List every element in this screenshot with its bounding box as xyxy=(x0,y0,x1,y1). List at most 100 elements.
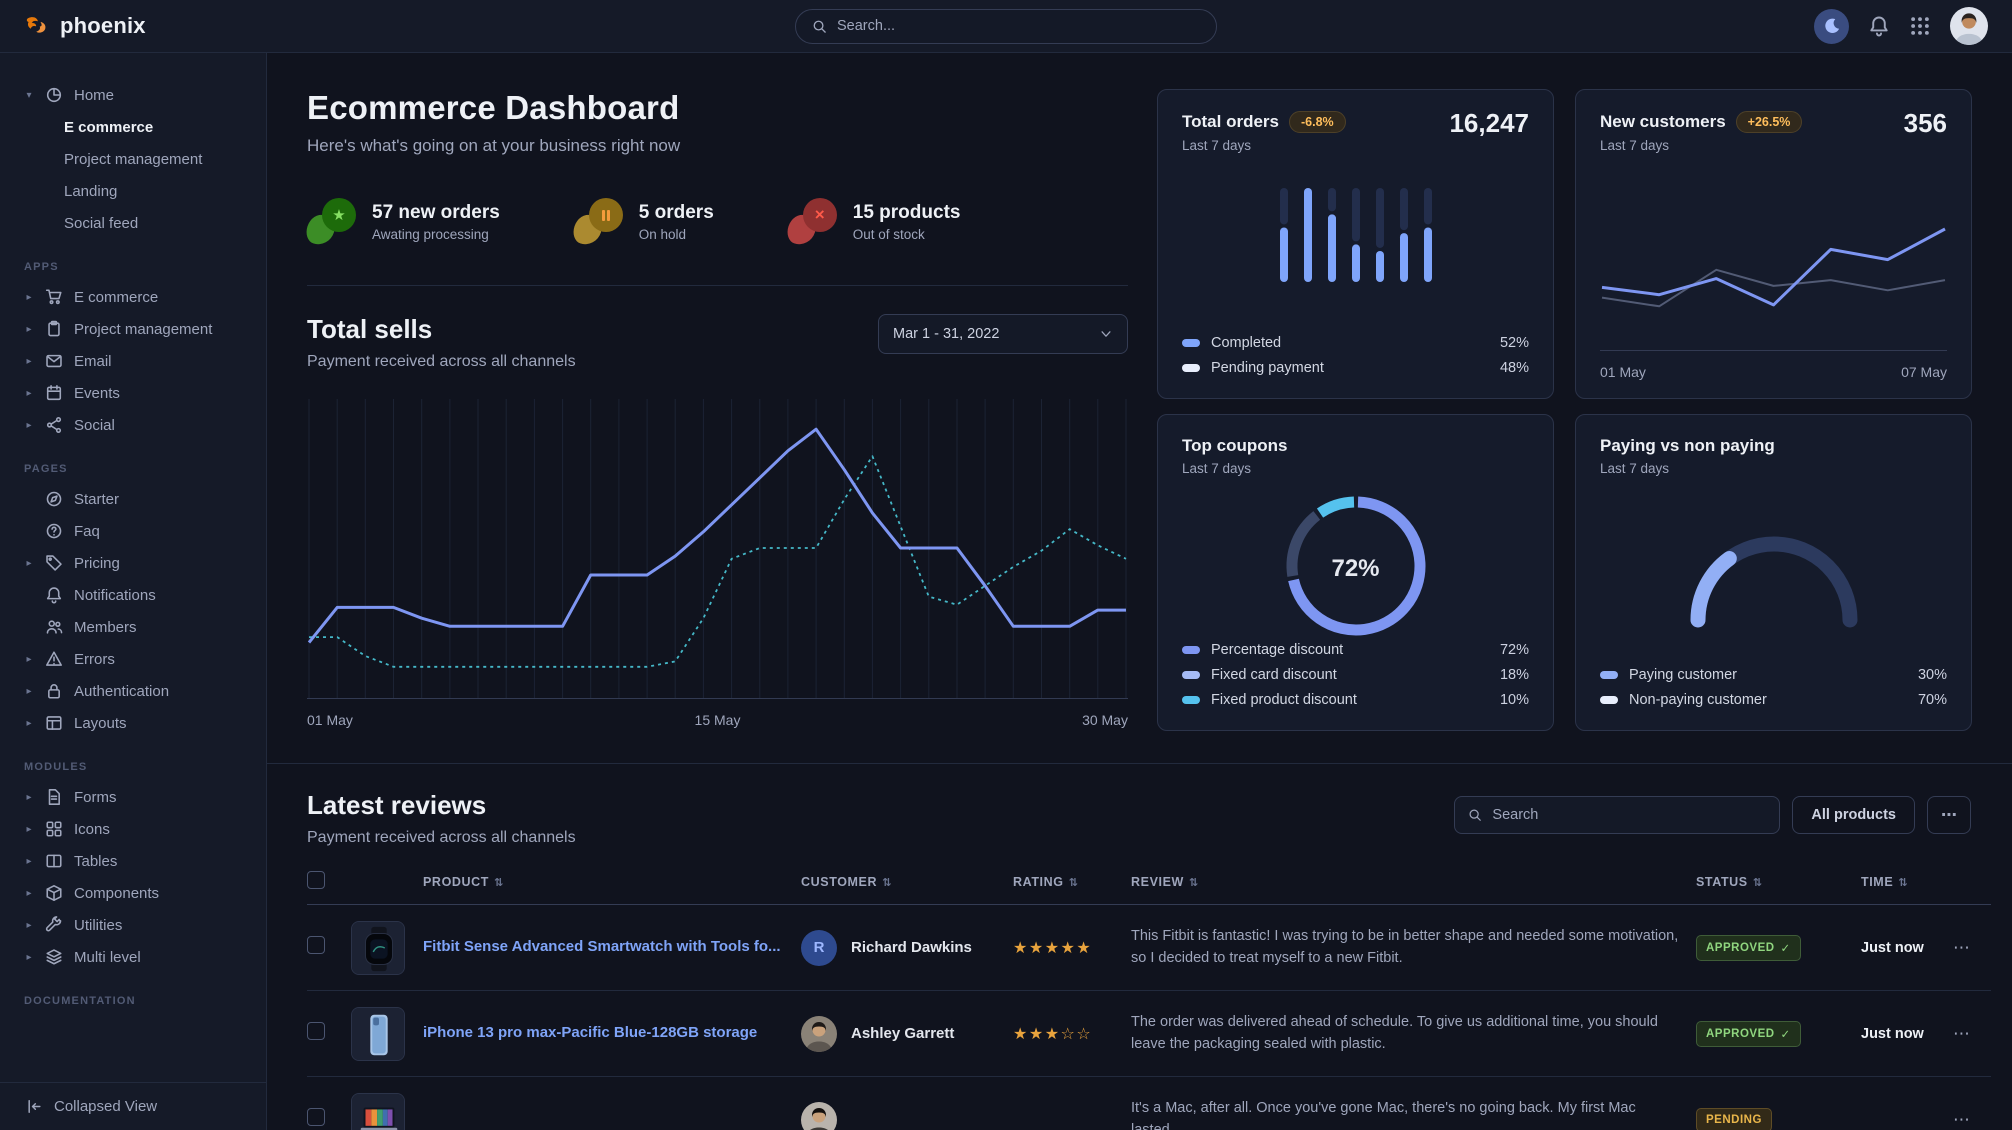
sidebar-item-events[interactable]: ▸Events xyxy=(0,377,266,409)
sidebar-item-label: Authentication xyxy=(74,683,169,700)
row-checkbox[interactable] xyxy=(307,1022,325,1040)
caret-right-icon: ▸ xyxy=(24,558,34,569)
sidebar-item-project-management[interactable]: ▸Project management xyxy=(0,313,266,345)
sidebar-item-e-commerce[interactable]: ▸E commerce xyxy=(0,281,266,313)
actions-cell: ⋯ xyxy=(1953,1077,1991,1130)
sort-icon: ⇅ xyxy=(494,877,504,889)
sidebar-item-label: Components xyxy=(74,885,159,902)
product-thumbnail xyxy=(351,921,405,975)
sidebar-item-notifications[interactable]: Notifications xyxy=(0,579,266,611)
tag-icon xyxy=(45,554,63,572)
column-header-product[interactable]: PRODUCT⇅ xyxy=(351,871,801,905)
sidebar-item-members[interactable]: Members xyxy=(0,611,266,643)
card-period: Last 7 days xyxy=(1182,138,1529,153)
brand-logo[interactable]: phoenix xyxy=(24,13,146,40)
sidebar-item-multi-level[interactable]: ▸Multi level xyxy=(0,941,266,973)
customer-name: Richard Dawkins xyxy=(851,939,972,956)
caret-right-icon: ▸ xyxy=(24,686,34,697)
user-avatar[interactable] xyxy=(1950,7,1988,45)
row-actions-button[interactable]: ⋯ xyxy=(1953,938,1970,957)
box-icon xyxy=(45,884,63,902)
brand-name: phoenix xyxy=(60,13,146,39)
sidebar-item-social[interactable]: ▸Social xyxy=(0,409,266,441)
row-actions-button[interactable]: ⋯ xyxy=(1953,1110,1970,1129)
sidebar-item-home[interactable]: ▾ Home xyxy=(0,79,266,111)
legend-item: Paying customer30% xyxy=(1600,662,1947,687)
paying-card: Paying vs non paying Last 7 days Paying … xyxy=(1575,414,1972,731)
envelope-icon xyxy=(45,352,63,370)
product-cell: iPhone 13 pro max-Pacific Blue-128GB sto… xyxy=(351,991,801,1077)
sidebar-item-layouts[interactable]: ▸Layouts xyxy=(0,707,266,739)
sidebar-item-email[interactable]: ▸Email xyxy=(0,345,266,377)
sidebar-item-utilities[interactable]: ▸Utilities xyxy=(0,909,266,941)
sidebar-item-label: Faq xyxy=(74,523,100,540)
sidebar-item-starter[interactable]: Starter xyxy=(0,483,266,515)
sidebar-item-tables[interactable]: ▸Tables xyxy=(0,845,266,877)
sidebar-item-social-feed[interactable]: Social feed xyxy=(0,207,266,239)
status-cell: PENDING xyxy=(1696,1077,1861,1130)
page-subtitle: Here's what's going on at your business … xyxy=(307,136,1128,156)
theme-toggle-button[interactable] xyxy=(1814,9,1849,44)
select-all-checkbox[interactable] xyxy=(307,871,325,889)
date-range-select[interactable]: Mar 1 - 31, 2022 xyxy=(878,314,1128,354)
sidebar-item-landing[interactable]: Landing xyxy=(0,175,266,207)
column-header-rating[interactable]: RATING⇅ xyxy=(1013,871,1131,905)
global-search[interactable] xyxy=(795,9,1217,44)
notifications-bell-icon[interactable] xyxy=(1868,15,1890,37)
legend-label: Paying customer xyxy=(1629,667,1737,683)
caret-down-icon: ▾ xyxy=(24,90,34,101)
row-checkbox[interactable] xyxy=(307,936,325,954)
rating-cell: ★★★★★ xyxy=(1013,905,1131,991)
warning-triangle-icon xyxy=(45,650,63,668)
sidebar-item-forms[interactable]: ▸Forms xyxy=(0,781,266,813)
reviews-search[interactable] xyxy=(1454,796,1780,834)
column-header-review[interactable]: REVIEW⇅ xyxy=(1131,871,1696,905)
apps-grid-icon[interactable] xyxy=(1909,15,1931,37)
row-checkbox[interactable] xyxy=(307,1108,325,1126)
total-sells-title: Total sells xyxy=(307,314,576,345)
status-badge: APPROVED✓ xyxy=(1696,1021,1801,1047)
sidebar-item-errors[interactable]: ▸Errors xyxy=(0,643,266,675)
column-header-customer[interactable]: CUSTOMER⇅ xyxy=(801,871,1013,905)
caret-right-icon: ▸ xyxy=(24,718,34,729)
sidebar-item-label: Email xyxy=(74,353,112,370)
customer: RRichard Dawkins xyxy=(801,930,1003,966)
quick-stats: ★ 57 new orders Awating processing 5 ord… xyxy=(307,198,1128,245)
reviews-more-button[interactable]: ⋯ xyxy=(1927,796,1971,834)
product-link[interactable]: iPhone 13 pro max-Pacific Blue-128GB sto… xyxy=(423,1023,757,1043)
x-tick: 15 May xyxy=(695,712,741,728)
paying-gauge-chart xyxy=(1600,516,1947,634)
sidebar-item-authentication[interactable]: ▸ Authentication xyxy=(0,675,266,707)
sidebar-item-components[interactable]: ▸Components xyxy=(0,877,266,909)
column-header-time[interactable]: TIME⇅ xyxy=(1861,871,1953,905)
sidebar-item-icons[interactable]: ▸ Icons xyxy=(0,813,266,845)
status-cell: APPROVED✓ xyxy=(1696,991,1861,1077)
legend-label: Percentage discount xyxy=(1211,642,1343,658)
paying-legend: Paying customer30%Non-paying customer70% xyxy=(1600,662,1947,712)
sidebar-item-project-management[interactable]: Project management xyxy=(0,143,266,175)
share-icon xyxy=(45,416,63,434)
sidebar-item-pricing[interactable]: ▸Pricing xyxy=(0,547,266,579)
row-actions-button[interactable]: ⋯ xyxy=(1953,1024,1970,1043)
product-link[interactable]: Fitbit Sense Advanced Smartwatch with To… xyxy=(423,937,781,957)
rating-cell: ★★★☆☆ xyxy=(1013,991,1131,1077)
sidebar-item-label: Project management xyxy=(74,321,212,338)
caret-right-icon: ▸ xyxy=(24,856,34,867)
legend-value: 70% xyxy=(1918,692,1947,708)
table-icon xyxy=(45,852,63,870)
avatar xyxy=(801,1016,837,1052)
sidebar-item-faq[interactable]: Faq xyxy=(0,515,266,547)
sidebar-item-e-commerce[interactable]: E commerce xyxy=(0,111,266,143)
all-products-filter-button[interactable]: All products xyxy=(1792,796,1915,834)
new-customers-card: New customers +26.5% 356 Last 7 days 01 … xyxy=(1575,89,1972,399)
reviews-search-input[interactable] xyxy=(1492,807,1766,823)
reviews-subtitle: Payment received across all channels xyxy=(307,829,576,847)
sidebar-item-label: Icons xyxy=(74,821,110,838)
caret-right-icon: ▸ xyxy=(24,824,34,835)
global-search-input[interactable] xyxy=(837,18,1200,34)
search-icon xyxy=(812,19,827,34)
column-header-status[interactable]: STATUS⇅ xyxy=(1696,871,1861,905)
customer-name: Ashley Garrett xyxy=(851,1025,954,1042)
collapsed-view-button[interactable]: Collapsed View xyxy=(0,1082,266,1130)
product-cell xyxy=(351,1077,801,1130)
